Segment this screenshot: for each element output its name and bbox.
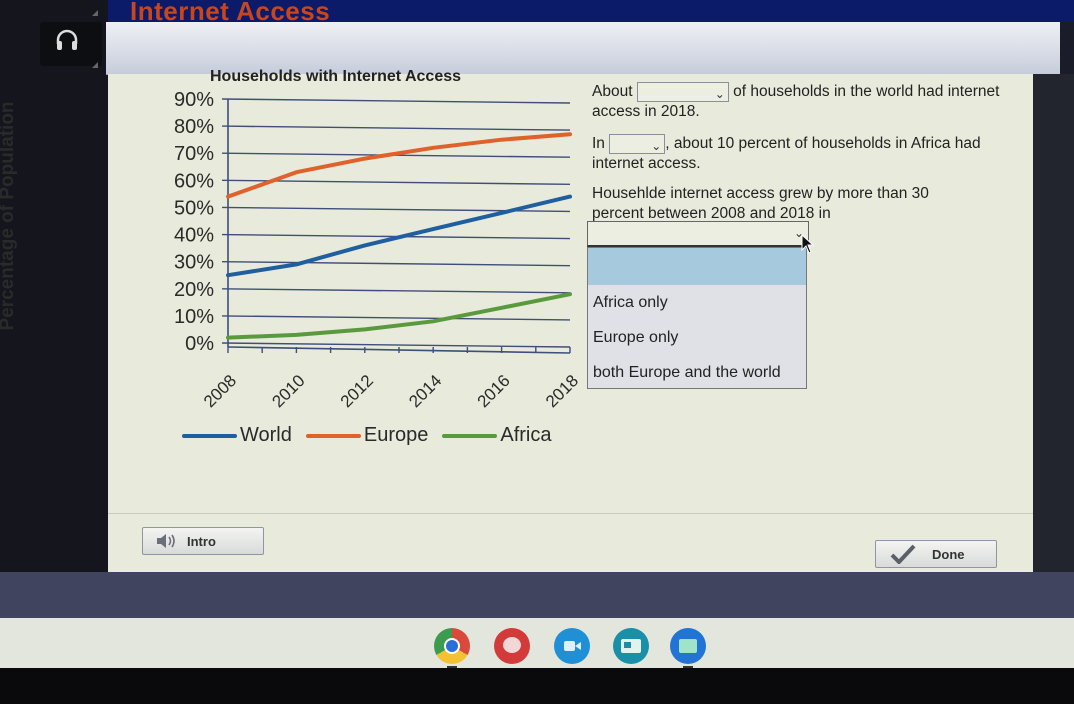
gridline [221,315,571,321]
legend-item-europe: Europe [305,424,429,447]
legend-swatch [442,433,498,438]
legend-item-world: World [182,424,292,447]
y-tick-label: 30% [174,252,214,274]
intro-label: Intro [187,533,216,549]
y-tick-label: 90% [174,89,214,111]
y-tick-label: 10% [174,306,214,328]
y-tick-label: 50% [174,197,214,219]
gridline [221,288,571,294]
headphones-icon [56,29,78,50]
x-tick-label: 2016 [474,371,514,411]
running-indicator [683,666,693,668]
legend-item-africa: Africa [442,424,552,447]
question-2-prefix: In [592,135,605,153]
screencast-icon[interactable] [554,628,590,664]
legend-label: Europe [363,424,429,446]
expand-triangle-icon [92,10,98,16]
mouse-cursor-icon [801,234,815,254]
legend-label: World [240,424,292,446]
footer-divider [108,513,1033,514]
y-tick-label: 40% [174,225,214,247]
chevron-down-icon: ⌄ [714,87,725,101]
chart-title: Households with Internet Access [210,68,462,85]
gridline [221,125,571,131]
y-tick-label: 20% [174,279,214,301]
taskbar-shelf [0,618,1074,668]
y-tick-label: 0% [185,333,214,355]
speaker-icon [157,534,175,548]
line-chart: 90% 80% 70% 60% 50% 40% 30% 20% 10% 0% 2008 2010 201… [174,89,580,411]
option-both-europe-world[interactable]: both Europe and the world [588,355,806,390]
chevron-down-icon: ⌄ [651,139,662,153]
gridline [221,342,571,348]
x-tick-label: 2010 [268,371,308,411]
canvas-paint-icon[interactable] [494,628,530,664]
option-europe-only[interactable]: Europe only [588,320,806,355]
x-tick-label: 2008 [200,371,240,411]
done-button[interactable]: Done [875,540,997,568]
question-1-prefix: About [592,83,633,101]
checkmark-icon [890,544,916,564]
question-1: About ⌄ of households in the world had i… [592,82,1002,122]
legend-swatch [305,433,361,438]
audio-tab[interactable] [40,22,102,66]
question-3: Househlde internet access grew by more t… [592,185,929,222]
gridline [221,98,571,104]
running-indicator [447,666,457,668]
intro-button[interactable]: Intro [142,527,264,555]
chart-legend: World Europe Africa [182,424,552,447]
question-2: In ⌄ , about 10 percent of households in… [592,134,1002,174]
y-tick-label: 70% [174,143,214,165]
question-2-select[interactable]: ⌄ [609,134,666,154]
expand-triangle-icon [92,62,98,68]
screen-bezel [0,572,1074,618]
question-3-select[interactable]: ⌄ [587,221,809,247]
screen-bottom-edge [0,668,1074,704]
option-blank[interactable] [588,248,806,285]
files-icon[interactable] [670,628,706,664]
question-3-options: Africa only Europe only both Europe and … [587,247,807,389]
x-tick-label: 2012 [337,371,377,411]
legend-label: Africa [500,424,552,446]
y-axis-label: Percentage of Population [0,101,18,331]
legend-swatch [182,433,237,438]
y-tick-label: 60% [174,170,214,192]
option-africa-only[interactable]: Africa only [588,285,806,320]
screen-edge [1033,74,1074,574]
classroom-slides-icon[interactable] [613,628,649,664]
y-tick-label: 80% [174,116,214,138]
chrome-icon[interactable] [434,628,470,664]
series-line-europe [226,132,572,199]
x-tick-label: 2018 [542,371,580,411]
question-1-select[interactable]: ⌄ [636,82,729,102]
gridline [221,260,571,267]
done-label: Done [932,546,965,562]
page-title: Internet Access [130,0,331,26]
x-tick-label: 2014 [405,371,445,411]
